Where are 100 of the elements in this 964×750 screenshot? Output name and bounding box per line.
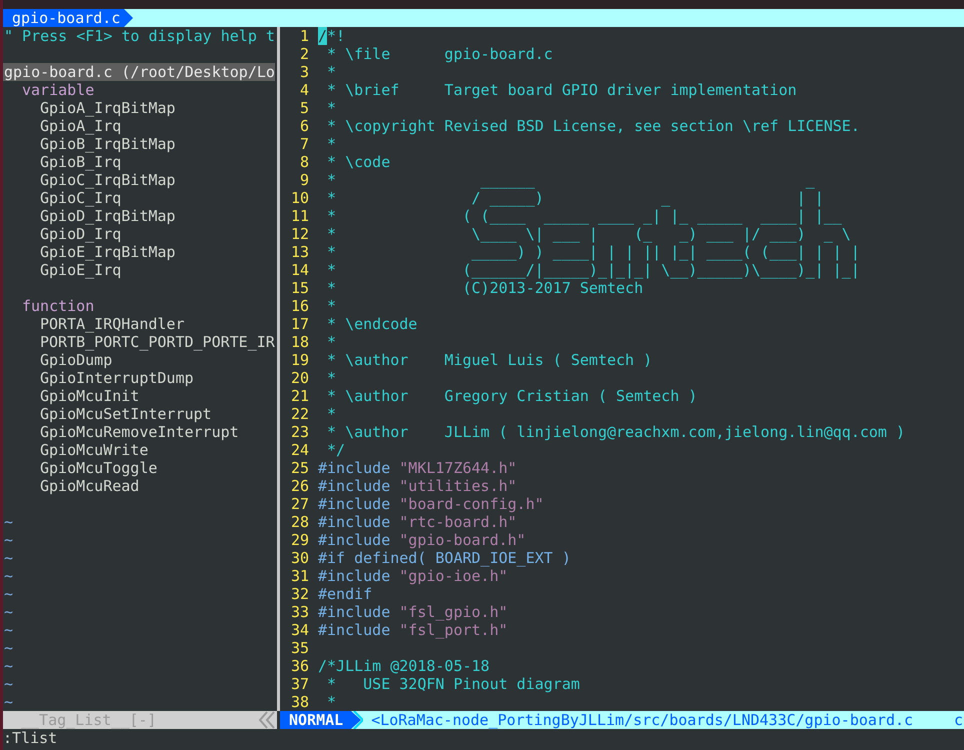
line-number: 30 [290,549,309,567]
empty-line-marker: ~ [4,603,14,621]
line-number: 12 [290,225,309,243]
line-number: 36 [290,657,309,675]
code-line: * USE 32QFN Pinout diagram [326,675,580,693]
file-header[interactable]: gpio-board.c (/root/Desktop/Lo [3,63,275,81]
line-number: 22 [290,405,309,423]
code-line: * [326,135,336,153]
code-line: #include "fsl_gpio.h" [318,603,508,621]
tag-group-label: variable [22,81,94,99]
code-line: * [326,99,336,117]
line-number: 2 [298,45,309,63]
code-line: * \____ \| ___ | (_ _) ___ |/ ___) _ \ [326,225,851,243]
tag-item[interactable]: GpioC_IrqBitMap [40,171,176,189]
code-line: * ( (____ _____ ____ _| |_ _____ ____| |__ [326,207,842,225]
empty-line-marker: ~ [4,567,14,585]
tag-item[interactable]: GpioA_Irq [40,117,122,135]
tag-item[interactable]: GpioA_IrqBitMap [40,99,176,117]
tag-item[interactable]: GpioB_IrqBitMap [40,135,176,153]
tag-item[interactable]: GpioE_IrqBitMap [40,243,176,261]
tag-item[interactable]: GpioD_Irq [40,225,122,243]
empty-line-marker: ~ [4,531,14,549]
file-path: <LoRaMac-node_PortingByJLLim/src/boards/LND433C/gpio-board.c [370,711,914,729]
empty-line-marker: ~ [4,513,14,531]
tag-item[interactable]: GpioB_Irq [40,153,122,171]
code-line: * \code [326,153,390,171]
empty-line-marker: ~ [4,639,14,657]
line-number: 8 [298,153,309,171]
code-line: * [326,693,336,711]
line-number: 19 [290,351,309,369]
tag-item[interactable]: GpioDump [40,351,112,369]
code-line: #include "gpio-board.h" [318,531,526,549]
line-number: 3 [298,63,309,81]
tag-item[interactable]: GpioMcuRemoveInterrupt [40,423,239,441]
command-line[interactable]: :Tlist [3,729,964,747]
code-line: * \copyright Revised BSD License, see section \ref LICENSE. [326,117,860,135]
tag-item[interactable]: GpioInterruptDump [40,369,194,387]
line-number: 4 [298,81,309,99]
line-number: 23 [290,423,309,441]
tag-item[interactable]: GpioMcuInit [40,387,140,405]
line-number: 28 [290,513,309,531]
tag-group-label: function [22,297,94,315]
tag-item[interactable]: PORTB_PORTC_PORTD_PORTE_IR [40,333,275,351]
line-number: 14 [290,261,309,279]
tag-item[interactable]: GpioMcuRead [40,477,140,495]
code-line: #include "fsl_port.h" [318,621,508,639]
code-line: #include "rtc-board.h" [318,513,517,531]
tag-item[interactable]: GpioE_Irq [40,261,122,279]
empty-line-marker: ~ [4,693,14,711]
line-number: 37 [290,675,309,693]
line-number: 33 [290,603,309,621]
line-number: 9 [298,171,309,189]
line-number: 29 [290,531,309,549]
empty-line-marker: ~ [4,549,14,567]
line-number: 5 [298,99,309,117]
line-number: 13 [290,243,309,261]
code-line: #include "utilities.h" [318,477,517,495]
line-number: 35 [290,639,309,657]
empty-line-marker: ~ [4,675,14,693]
line-number: 34 [290,621,309,639]
code-line: * \author JLLim ( linjielong@reachxm.com,jielong.lin@qq.com ) [326,423,905,441]
code-line: * \author Miguel Luis ( Semtech ) [326,351,652,369]
line-number: 10 [290,189,309,207]
line-number: 11 [290,207,309,225]
code-line: /*JLLim @2018-05-18 [318,657,490,675]
code-line: * [326,333,336,351]
code-line: * [326,405,336,423]
tag-item[interactable]: PORTA_IRQHandler [40,315,184,333]
empty-line-marker: ~ [4,585,14,603]
chevron-icon [259,711,275,729]
empty-line-marker: ~ [4,621,14,639]
tag-item[interactable]: GpioMcuSetInterrupt [40,405,212,423]
empty-line-marker: ~ [4,657,14,675]
code-line: #endif [318,585,372,603]
line-number: 15 [290,279,309,297]
line-number: 25 [290,459,309,477]
code-line: * ______ _ [326,171,815,189]
code-line: * (______/|_____)_|_|_| \__)_____)\____)_| |_| [326,261,860,279]
code-line: * [326,297,336,315]
code-line: * / _____) _ | | [326,189,824,207]
line-number: 7 [298,135,309,153]
status-right-text: c [954,711,964,729]
code-line: #include "MKL17Z644.h" [318,459,517,477]
code-line: * \file gpio-board.c [326,45,553,63]
code-line: /*! [318,27,346,45]
tag-item[interactable]: GpioD_IrqBitMap [40,207,176,225]
line-number: 32 [290,585,309,603]
tag-item[interactable]: GpioMcuWrite [40,441,148,459]
code-line: * (C)2013-2017 Semtech [326,279,644,297]
line-number: 1 [298,27,309,45]
tag-item[interactable]: GpioMcuToggle [40,459,158,477]
tab-arrow-icon [124,9,134,27]
line-number: 6 [298,117,309,135]
line-number: 17 [290,315,309,333]
line-number: 26 [290,477,309,495]
tag-item[interactable]: GpioC_Irq [40,189,122,207]
line-number: 38 [290,693,309,711]
code-line: #include "board-config.h" [318,495,544,513]
line-number: 16 [290,297,309,315]
code-line: * \author Gregory Cristian ( Semtech ) [326,387,698,405]
